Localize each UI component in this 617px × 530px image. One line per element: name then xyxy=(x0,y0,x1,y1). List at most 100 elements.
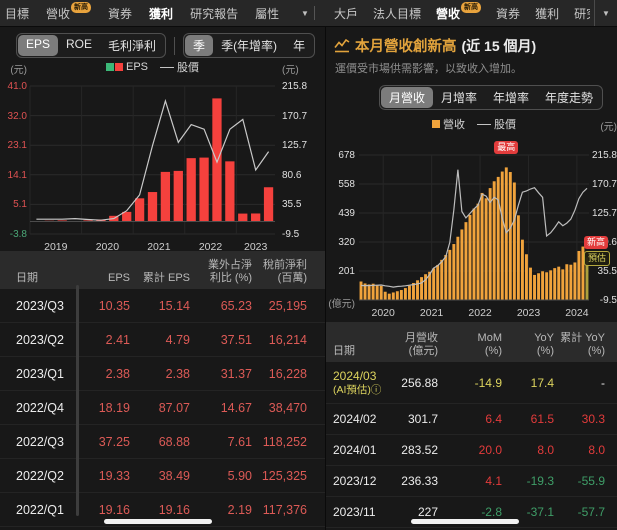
revenue-tab[interactable]: 月增率 xyxy=(433,87,485,108)
column-header-line: (百萬) xyxy=(277,272,307,284)
legend-price-r: 股價 xyxy=(477,116,516,132)
peak-badge: 最高 xyxy=(494,141,519,154)
axis-tick: -9.5 xyxy=(599,295,617,306)
value-cell: 6.4 xyxy=(485,412,502,426)
nav-item[interactable]: 法人目標 xyxy=(373,5,421,22)
eps-chart: EPS 股價 41.0 32.0 23.1 14.1 5.1 -3.8 (元) (元) 215.… xyxy=(0,56,325,253)
nav-divider xyxy=(314,6,315,20)
value-cell: 37.51 xyxy=(220,332,252,347)
revenue-title: 本月營收創新高 xyxy=(355,39,457,55)
revenue-title-row: 本月營收創新高 (近 15 個月) xyxy=(334,35,536,56)
legend-price: 股價 xyxy=(160,59,199,75)
table-row: 2023/Q3 10.35 15.14 65.23 25,195 xyxy=(0,289,325,323)
table-header: 日期 月營收 (億元) MoM (%) YoY (%) 累計 YoY (%) xyxy=(326,322,617,362)
x-axis-label: 2023 xyxy=(516,307,541,319)
legend-eps: EPS xyxy=(105,61,148,73)
axis-tick: -9.5 xyxy=(282,229,300,240)
date-cell: 2022/Q3 xyxy=(16,434,64,449)
nav-item[interactable]: 屬性 xyxy=(255,5,279,22)
axis-tick: 678 xyxy=(338,150,355,161)
column-header-line: YoY xyxy=(534,332,554,344)
controls-divider xyxy=(174,36,176,55)
column-header-line: MoM xyxy=(477,332,502,344)
value-cell: 4.1 xyxy=(485,474,502,488)
value-cell: 283.52 xyxy=(401,443,438,457)
value-cell: 8.0 xyxy=(588,443,605,457)
nav-item-label: 目標 xyxy=(5,6,30,21)
nav-more-right-icon[interactable]: ▼ xyxy=(594,0,617,26)
column-header-line: EPS xyxy=(107,272,130,284)
date-cell: 2023/11 xyxy=(326,505,388,519)
revenue-tab[interactable]: 年度走勢 xyxy=(537,87,601,108)
period-tab[interactable]: 季(年增率) xyxy=(213,35,285,56)
revenue-tab[interactable]: 年增率 xyxy=(485,87,537,108)
value-cell: 65.23 xyxy=(220,298,252,313)
value-cell: 68.88 xyxy=(158,434,190,449)
nav-item[interactable]: 研究報告 xyxy=(190,5,238,22)
table-header: 日期 EPS 累計 EPS 業外占淨 利比 (%) 稅前淨利 (百萬) xyxy=(0,251,325,289)
nav-item[interactable]: 營收 新高 xyxy=(46,1,92,22)
panel-divider xyxy=(325,27,326,530)
date-line: 2024/03 xyxy=(333,368,377,383)
nav-item[interactable]: 目標 xyxy=(5,5,29,22)
axis-tick: (元) xyxy=(10,65,27,76)
value-cell: 30.3 xyxy=(581,412,605,426)
legend-revenue: 營收 xyxy=(432,116,465,132)
value-cell: -2.8 xyxy=(481,505,502,519)
value-cell: 125,325 xyxy=(261,468,307,483)
axis-tick: (元) xyxy=(600,122,617,133)
period-tab[interactable]: 季 xyxy=(185,35,214,56)
date-cell: 2024/02 xyxy=(326,412,388,426)
value-cell: 38.49 xyxy=(158,468,190,483)
value-cell: -57.7 xyxy=(577,505,605,519)
axis-tick: 201 xyxy=(338,266,355,277)
value-cell: 8.0 xyxy=(537,443,554,457)
value-cell: 15.14 xyxy=(158,298,190,313)
nav-item-label: 研究 xyxy=(574,6,590,21)
eps-chart-plot[interactable] xyxy=(29,85,276,236)
axis-tick: 5.1 xyxy=(13,199,27,211)
revenue-panel: 本月營收創新高 (近 15 個月) 運價受市場供需影響，以致收入增加。 月營收月… xyxy=(326,27,617,530)
revenue-orange-swatch-icon xyxy=(432,120,440,128)
nav-more-left-icon[interactable]: ▼ xyxy=(294,0,316,26)
nav-item[interactable]: 資券 xyxy=(108,5,132,22)
table-row: 2024/02 301.7 6.4 61.5 30.3 xyxy=(326,404,617,435)
app-screen: 目標營收新高資券獲利研究報告屬性 ▼ 大戶法人目標營收新高資券獲利研究 ▼ EP… xyxy=(0,0,617,530)
revenue-chart-plot[interactable] xyxy=(359,154,590,302)
nav-item-label: 法人目標 xyxy=(373,6,422,21)
nav-item-label: 屬性 xyxy=(255,6,280,21)
axis-tick: (億元) xyxy=(328,299,355,310)
eps-red-swatch-icon xyxy=(114,63,123,71)
table-row: 2022/Q2 19.33 38.49 5.90 125,325 xyxy=(0,459,325,493)
column-header: 業外占淨 利比 (%) xyxy=(190,259,252,285)
nav-item[interactable]: 大戶 xyxy=(334,5,358,22)
nav-item[interactable]: 獲利 xyxy=(535,5,559,22)
revenue-tabs: 月營收 月增率 年增率 年度走勢 xyxy=(379,85,604,110)
nav-item[interactable]: 研究 xyxy=(574,5,590,22)
nav-item-label: 研究報告 xyxy=(190,6,239,21)
metric-tab[interactable]: 毛利淨利 xyxy=(100,35,164,56)
value-cell: 61.5 xyxy=(530,412,554,426)
home-indicator-left[interactable] xyxy=(104,519,212,524)
date-cell: 2024/01 xyxy=(326,443,388,457)
estimate-badge: 預估 xyxy=(583,251,610,267)
revenue-tab[interactable]: 月營收 xyxy=(381,87,434,108)
period-tab[interactable]: 年 xyxy=(285,35,313,56)
nav-item[interactable]: 營收 新高 xyxy=(436,1,482,22)
metric-tab[interactable]: ROE xyxy=(58,35,100,56)
axis-tick: (元) xyxy=(282,65,299,76)
value-cell: 227 xyxy=(417,505,438,519)
home-indicator-right[interactable] xyxy=(411,519,519,524)
nav-item[interactable]: 獲利 xyxy=(149,5,173,22)
new-high-badge: 新高 xyxy=(71,1,92,13)
metric-tab[interactable]: EPS xyxy=(18,35,59,56)
value-cell: 301.7 xyxy=(407,412,438,426)
x-axis-label: 2022 xyxy=(468,307,492,319)
axis-tick: 170.7 xyxy=(591,179,617,190)
value-cell: 4.79 xyxy=(165,332,190,347)
eps-controls: EPS ROE 毛利淨利 季季(年增率) 年 xyxy=(16,33,316,58)
value-cell: 16,214 xyxy=(268,332,307,347)
column-header-line: 日期 xyxy=(16,272,38,284)
date-line-2: (AI預估)ⓘ xyxy=(333,383,382,396)
nav-item[interactable]: 資券 xyxy=(496,5,520,22)
